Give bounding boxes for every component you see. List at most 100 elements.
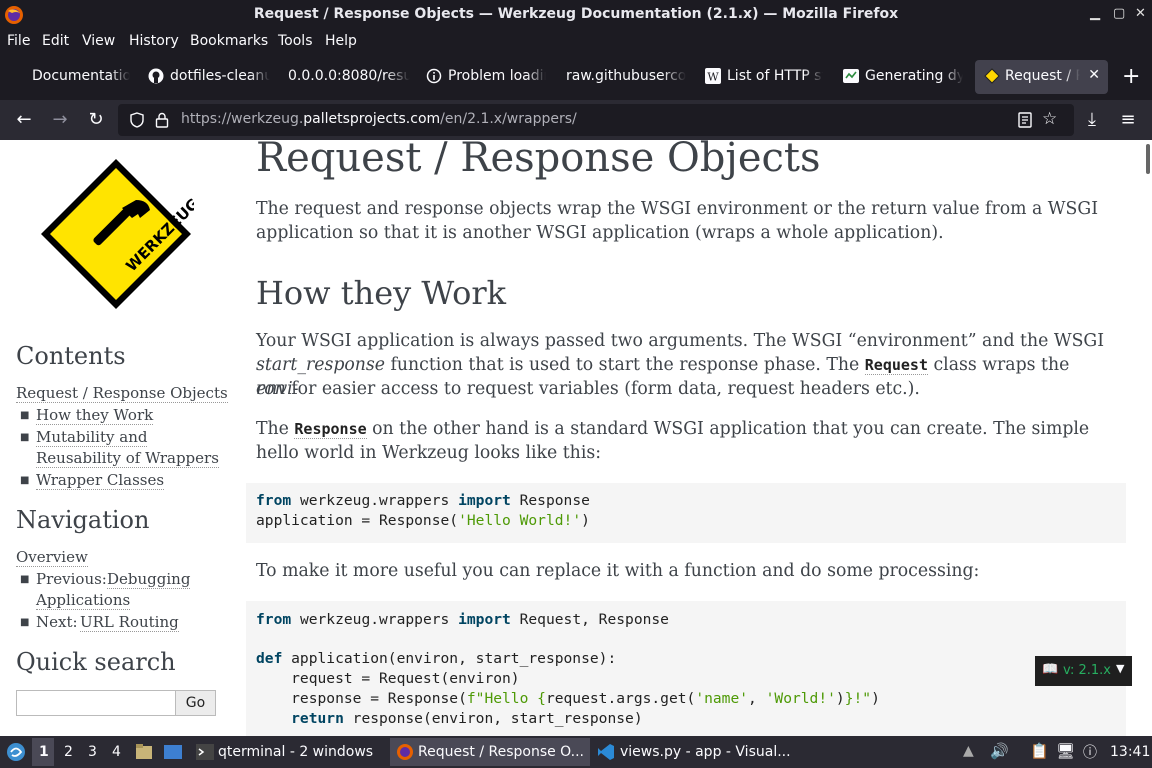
tab-label: Documentation: [32, 68, 130, 84]
workspace-4[interactable]: 4: [112, 744, 121, 760]
nav-link-previous-1[interactable]: Debugging: [107, 570, 191, 589]
code-text: werkzeug.wrappers: [291, 611, 459, 628]
new-tab-icon[interactable]: +: [1122, 64, 1140, 89]
url-bar[interactable]: https://werkzeug.palletsprojects.com/en/…: [118, 104, 1074, 136]
site-icon: [843, 69, 859, 83]
volume-icon[interactable]: 🔊: [990, 742, 1009, 760]
nav-link-previous-2[interactable]: Applications: [36, 591, 131, 610]
response-para-line-2: hello world in Werkzeug looks like this:: [256, 443, 602, 463]
menu-file[interactable]: File: [7, 33, 30, 49]
back-icon[interactable]: ←: [12, 108, 36, 132]
bullet: ■: [20, 617, 30, 628]
task-vscode[interactable]: views.py - app - Visual...: [620, 744, 791, 760]
response-class-link[interactable]: Response: [294, 420, 367, 439]
code-text: werkzeug.wrappers: [291, 492, 459, 509]
workspace-2[interactable]: 2: [64, 744, 73, 760]
bookmark-star-icon[interactable]: ☆: [1042, 109, 1057, 129]
desktop-icon[interactable]: [163, 743, 183, 761]
version-label: v: 2.1.x: [1063, 663, 1111, 678]
task-firefox[interactable]: Request / Response O...: [418, 744, 584, 760]
page-title: Request / Response Objects: [256, 140, 821, 181]
task-qterminal[interactable]: qterminal - 2 windows: [218, 744, 373, 760]
forward-icon[interactable]: →: [48, 108, 72, 132]
tab-documentation[interactable]: Documentation: [10, 60, 130, 94]
menu-tools[interactable]: Tools: [278, 33, 313, 49]
menu-bookmarks[interactable]: Bookmarks: [190, 33, 268, 49]
network-icon[interactable]: 🖥: [1056, 742, 1075, 760]
search-go-button[interactable]: Go: [175, 690, 216, 716]
environ-term: ron: [256, 379, 286, 399]
tab-request-response[interactable]: Request / Re ✕: [975, 60, 1108, 94]
vscode-icon: [598, 744, 614, 760]
menu-view[interactable]: View: [82, 33, 115, 49]
notification-icon[interactable]: ⓘ: [1083, 742, 1097, 762]
url-prefix: https://werkzeug.: [181, 111, 304, 127]
request-class-link[interactable]: Request: [864, 356, 928, 375]
contents-link-request-response[interactable]: Request / Response Objects: [16, 384, 228, 403]
close-window-icon[interactable]: ✕: [1135, 6, 1146, 21]
lock-icon[interactable]: [155, 112, 169, 128]
nav-previous-label: Previous:: [36, 570, 107, 588]
werkzeug-icon: [984, 68, 1000, 84]
keyword: return: [256, 710, 344, 727]
svg-text:W: W: [707, 71, 719, 84]
tab-label: dotfiles-cleanup: [170, 68, 270, 84]
code-string: 'Hello World!': [458, 512, 582, 529]
tab-raw-github[interactable]: raw.githubuserco: [566, 60, 686, 94]
tab-generating[interactable]: Generating dy: [843, 60, 963, 94]
workspace-3[interactable]: 3: [88, 744, 97, 760]
nav-link-next[interactable]: URL Routing: [80, 613, 179, 632]
navigation-title: Navigation: [16, 506, 150, 534]
reader-view-icon[interactable]: [1018, 112, 1032, 128]
code-text: application = Response(: [256, 512, 459, 529]
menu-help[interactable]: Help: [325, 33, 357, 49]
scrollbar[interactable]: [1146, 144, 1150, 174]
shield-icon[interactable]: [129, 112, 145, 128]
code-block-hello: from werkzeug.wrappers import Response a…: [246, 483, 1126, 543]
file-manager-icon[interactable]: [135, 743, 153, 761]
code-string: 'World!': [765, 690, 836, 707]
code-string: }!": [844, 690, 872, 707]
url-text[interactable]: https://werkzeug.palletsprojects.com/en/…: [181, 111, 577, 127]
menu-edit[interactable]: Edit: [42, 33, 69, 49]
version-badge[interactable]: 📖 v: 2.1.x ▼: [1035, 656, 1132, 686]
clipboard-icon[interactable]: 📋: [1030, 742, 1049, 760]
code-text: request.args.get(: [545, 690, 696, 707]
tab-wikipedia[interactable]: W List of HTTP st: [705, 60, 823, 94]
workspace-1[interactable]: 1: [39, 744, 49, 760]
hamburger-menu-icon[interactable]: ≡: [1116, 108, 1140, 132]
tab-label: Request / Re: [1005, 68, 1080, 84]
tray-arrow-icon[interactable]: ▲: [963, 743, 974, 759]
contents-link-wrapper-classes[interactable]: Wrapper Classes: [36, 471, 165, 490]
contents-link-reusability[interactable]: Reusability of Wrappers: [36, 449, 219, 468]
code-text: Request, Response: [510, 611, 669, 628]
clock: 13:41: [1110, 744, 1151, 760]
werkzeug-logo: WERKZEUG: [41, 159, 194, 309]
text: The: [256, 419, 295, 439]
close-tab-icon[interactable]: ✕: [1088, 67, 1100, 83]
tab-github[interactable]: dotfiles-cleanup: [148, 60, 270, 94]
contents-link-how-they-work[interactable]: How they Work: [36, 406, 154, 425]
tab-label: 0.0.0.0:8080/resu: [288, 68, 410, 84]
downloads-icon[interactable]: ⤓: [1080, 108, 1104, 132]
text: function that is used to start the respo…: [385, 355, 865, 375]
menu-history[interactable]: History: [129, 33, 179, 49]
keyword: import: [458, 492, 511, 509]
maximize-icon[interactable]: ▢: [1113, 6, 1125, 21]
tab-label: Generating dy: [865, 68, 963, 84]
code-string: f"Hello {: [466, 690, 546, 707]
search-input[interactable]: [16, 690, 176, 716]
start-menu-icon[interactable]: [6, 742, 26, 762]
minimize-icon[interactable]: ▁: [1090, 6, 1100, 21]
nav-link-overview[interactable]: Overview: [16, 548, 88, 567]
wikipedia-icon: W: [705, 68, 721, 84]
tab-localhost[interactable]: 0.0.0.0:8080/resu: [288, 60, 410, 94]
keyword: from: [256, 611, 292, 628]
intro-line-1: The request and response objects wrap th…: [256, 199, 1099, 219]
code-text: application(environ, start_response):: [282, 650, 617, 667]
reload-icon[interactable]: ↻: [84, 108, 108, 132]
contents-link-mutability[interactable]: Mutability and: [36, 428, 148, 447]
url-path: /en/2.1.x/wrappers/: [440, 111, 577, 127]
tab-problem-loading[interactable]: Problem loading: [426, 60, 546, 94]
how-para-line-1: Your WSGI application is always passed t…: [256, 331, 1105, 351]
